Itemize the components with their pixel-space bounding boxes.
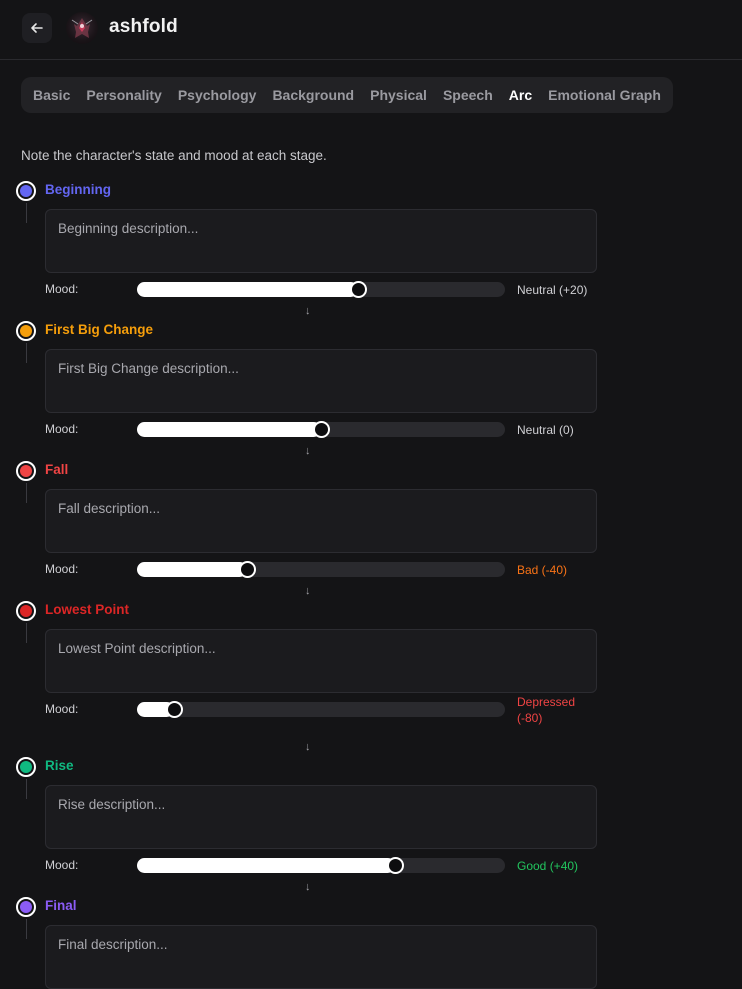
mood-label: Mood: bbox=[45, 702, 79, 716]
tab-emotional-graph[interactable]: Emotional Graph bbox=[540, 77, 669, 113]
stage-title: Rise bbox=[45, 758, 74, 773]
mood-slider-fill bbox=[137, 282, 358, 297]
stage-description-input[interactable]: Rise description... bbox=[45, 785, 597, 849]
tab-background[interactable]: Background bbox=[264, 77, 362, 113]
stage-title: Lowest Point bbox=[45, 602, 129, 617]
stage-description-input[interactable]: Beginning description... bbox=[45, 209, 597, 273]
mood-value-text: Bad (-40) bbox=[517, 563, 568, 577]
timeline-connector bbox=[26, 779, 27, 799]
mood-label: Mood: bbox=[45, 282, 79, 296]
tab-arc[interactable]: Arc bbox=[501, 77, 540, 113]
down-arrow-icon: ↓ bbox=[305, 585, 311, 597]
tab-basic[interactable]: Basic bbox=[25, 77, 78, 113]
mood-value-text: Neutral (0) bbox=[517, 423, 574, 437]
down-arrow-icon: ↓ bbox=[305, 881, 311, 893]
stage-marker-icon bbox=[16, 897, 36, 917]
stage-marker-icon bbox=[16, 757, 36, 777]
character-avatar-icon bbox=[71, 18, 93, 38]
mood-slider[interactable] bbox=[137, 281, 505, 298]
mood-slider[interactable] bbox=[137, 421, 505, 438]
back-button[interactable] bbox=[22, 13, 52, 43]
mood-slider[interactable] bbox=[137, 701, 505, 718]
stage-title: First Big Change bbox=[45, 322, 154, 337]
mood-slider-thumb[interactable] bbox=[313, 421, 330, 438]
mood-slider-fill bbox=[137, 562, 248, 577]
tab-speech[interactable]: Speech bbox=[435, 77, 501, 113]
mood-label: Mood: bbox=[45, 858, 79, 872]
stage-title: Beginning bbox=[45, 182, 111, 197]
stage-description-input[interactable]: Lowest Point description... bbox=[45, 629, 597, 693]
stage-description-input[interactable]: Fall description... bbox=[45, 489, 597, 553]
stage-description-input[interactable]: Final description... bbox=[45, 925, 597, 989]
mood-label: Mood: bbox=[45, 422, 79, 436]
timeline-connector bbox=[26, 919, 27, 939]
tab-personality[interactable]: Personality bbox=[78, 77, 169, 113]
mood-label: Mood: bbox=[45, 562, 79, 576]
stage-description-input[interactable]: First Big Change description... bbox=[45, 349, 597, 413]
mood-value-text: Depressed (-80) bbox=[517, 695, 576, 725]
stage-marker-icon bbox=[16, 601, 36, 621]
down-arrow-icon: ↓ bbox=[305, 445, 311, 457]
mood-slider[interactable] bbox=[137, 857, 505, 874]
mood-value-text: Good (+40) bbox=[517, 859, 579, 873]
mood-slider[interactable] bbox=[137, 561, 505, 578]
arc-hint-text: Note the character's state and mood at e… bbox=[21, 148, 327, 163]
timeline-connector bbox=[26, 203, 27, 223]
stage-marker-icon bbox=[16, 321, 36, 341]
timeline-connector bbox=[26, 623, 27, 643]
mood-slider-fill bbox=[137, 422, 321, 437]
tab-physical[interactable]: Physical bbox=[362, 77, 435, 113]
timeline-connector bbox=[26, 483, 27, 503]
mood-slider-fill bbox=[137, 858, 395, 873]
timeline-connector bbox=[26, 343, 27, 363]
character-name: ashfold bbox=[109, 16, 178, 37]
down-arrow-icon: ↓ bbox=[305, 305, 311, 317]
stage-marker-icon bbox=[16, 181, 36, 201]
tab-psychology[interactable]: Psychology bbox=[170, 77, 265, 113]
section-tabs: Basic Personality Psychology Background Phys… bbox=[21, 77, 673, 113]
mood-slider-thumb[interactable] bbox=[165, 701, 183, 718]
mood-value-text: Neutral (+20) bbox=[517, 283, 588, 297]
stage-title: Fall bbox=[45, 462, 69, 477]
mood-slider-thumb[interactable] bbox=[386, 857, 404, 874]
app-header: ashfold bbox=[0, 0, 742, 60]
stage-title: Final bbox=[45, 898, 77, 913]
down-arrow-icon: ↓ bbox=[305, 741, 311, 753]
mood-slider-thumb[interactable] bbox=[239, 561, 257, 578]
stage-marker-icon bbox=[16, 461, 36, 481]
mood-slider-thumb[interactable] bbox=[349, 281, 367, 298]
avatar[interactable] bbox=[66, 12, 98, 44]
arrow-left-icon bbox=[31, 23, 43, 33]
